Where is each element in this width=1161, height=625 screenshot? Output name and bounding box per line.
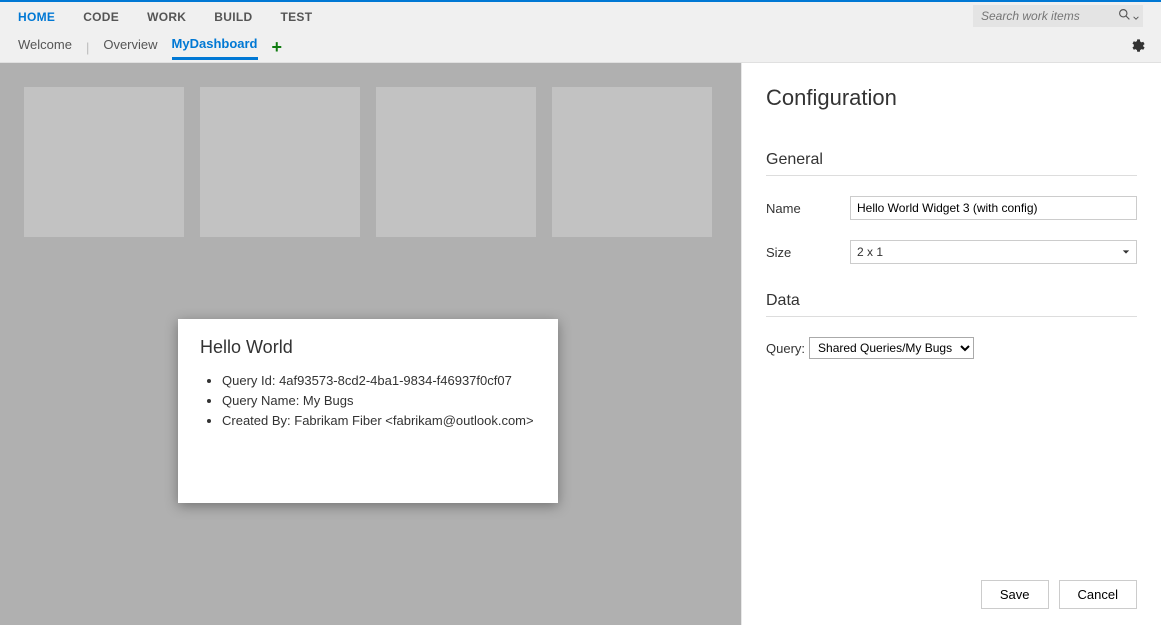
add-dashboard-button[interactable]: + <box>272 38 283 56</box>
field-row-size: Size 2 x 1 <box>766 240 1137 264</box>
widget-title: Hello World <box>200 337 536 358</box>
widget-detail-item: Query Id: 4af93573-8cd2-4ba1-9834-f46937… <box>222 372 536 390</box>
section-general-header: General <box>766 151 1137 176</box>
size-select-value: 2 x 1 <box>857 245 883 259</box>
widget-detail-item: Created By: Fabrikam Fiber <fabrikam@out… <box>222 412 536 430</box>
size-select[interactable]: 2 x 1 <box>850 240 1137 264</box>
subnav-overview[interactable]: Overview <box>103 37 157 58</box>
chevron-down-icon <box>1133 9 1139 24</box>
settings-button[interactable] <box>1129 38 1145 57</box>
section-data-header: Data <box>766 292 1137 317</box>
dashboard-canvas: Hello World Query Id: 4af93573-8cd2-4ba1… <box>0 63 741 625</box>
name-input[interactable] <box>850 196 1137 220</box>
chevron-down-icon <box>1122 245 1130 259</box>
tile-placeholder[interactable] <box>24 87 184 237</box>
tile-placeholder[interactable] <box>376 87 536 237</box>
hello-world-widget[interactable]: Hello World Query Id: 4af93573-8cd2-4ba1… <box>178 319 558 503</box>
field-row-query: Query: Shared Queries/My Bugs <box>766 337 1137 359</box>
search-input[interactable] <box>973 5 1113 27</box>
query-label: Query: <box>766 341 805 356</box>
config-button-row: Save Cancel <box>766 580 1137 609</box>
nav-tab-test[interactable]: TEST <box>280 10 312 24</box>
search-icon <box>1118 8 1131 24</box>
save-button[interactable]: Save <box>981 580 1049 609</box>
name-label: Name <box>766 201 850 216</box>
field-row-name: Name <box>766 196 1137 220</box>
tile-placeholder[interactable] <box>200 87 360 237</box>
tile-placeholder[interactable] <box>552 87 712 237</box>
widget-details-list: Query Id: 4af93573-8cd2-4ba1-9834-f46937… <box>200 372 536 431</box>
nav-secondary: Welcome | Overview MyDashboard + <box>0 32 1161 62</box>
gear-icon <box>1129 42 1145 57</box>
cancel-button[interactable]: Cancel <box>1059 580 1137 609</box>
plus-icon: + <box>272 37 283 57</box>
nav-tab-build[interactable]: BUILD <box>214 10 252 24</box>
subnav-divider: | <box>86 40 89 55</box>
search-button[interactable] <box>1113 5 1143 27</box>
subnav-mydashboard[interactable]: MyDashboard <box>172 36 258 60</box>
config-panel-title: Configuration <box>766 85 1137 111</box>
nav-primary: HOME CODE WORK BUILD TEST <box>0 2 1161 32</box>
header: HOME CODE WORK BUILD TEST Welcome | Over… <box>0 2 1161 63</box>
size-label: Size <box>766 245 850 260</box>
nav-tab-home[interactable]: HOME <box>18 10 55 24</box>
configuration-panel: Configuration General Name Size 2 x 1 Da… <box>741 63 1161 625</box>
query-select[interactable]: Shared Queries/My Bugs <box>809 337 974 359</box>
nav-tab-work[interactable]: WORK <box>147 10 186 24</box>
widget-detail-item: Query Name: My Bugs <box>222 392 536 410</box>
search-container <box>973 5 1143 27</box>
subnav-welcome[interactable]: Welcome <box>18 37 72 58</box>
content-area: Hello World Query Id: 4af93573-8cd2-4ba1… <box>0 63 1161 625</box>
tile-row <box>24 87 717 237</box>
nav-tab-code[interactable]: CODE <box>83 10 119 24</box>
